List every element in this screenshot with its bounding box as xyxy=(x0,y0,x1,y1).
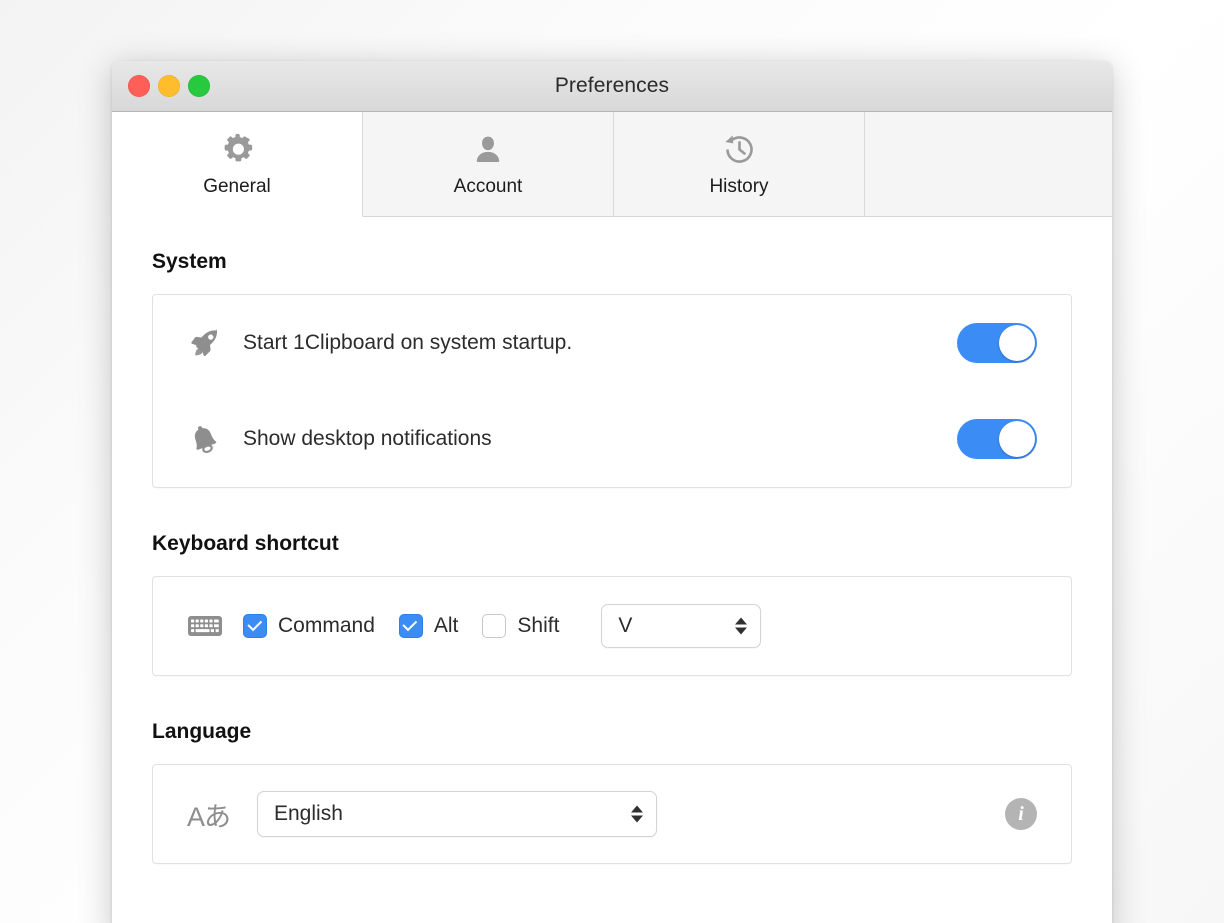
person-icon xyxy=(471,131,505,169)
toggle-knob xyxy=(999,325,1035,361)
row-startup-label: Start 1Clipboard on system startup. xyxy=(243,331,573,354)
toggle-start-on-startup[interactable] xyxy=(957,323,1037,363)
checkbox-shift-label: Shift xyxy=(517,614,560,637)
tab-general-label: General xyxy=(203,175,271,197)
modifier-alt[interactable]: Alt xyxy=(398,614,459,638)
language-row: Aあ English i xyxy=(153,765,1071,863)
maximize-button[interactable] xyxy=(188,75,210,97)
language-select[interactable]: English xyxy=(257,791,657,837)
chevron-up-icon xyxy=(735,617,748,625)
chevron-up-icon xyxy=(631,805,643,813)
checkbox-shift[interactable] xyxy=(482,614,507,638)
toolbar-filler xyxy=(865,112,1112,216)
check-tick-icon xyxy=(402,616,418,632)
modifier-shift[interactable]: Shift xyxy=(482,614,559,638)
language-card: Aあ English i xyxy=(152,764,1072,864)
checkbox-alt[interactable] xyxy=(398,614,423,638)
row-startup: Start 1Clipboard on system startup. xyxy=(153,295,1071,391)
stepper-arrows-icon xyxy=(631,805,643,823)
keyboard-row: Command Alt Shift V xyxy=(153,577,1071,675)
bell-icon xyxy=(187,422,243,456)
toggle-desktop-notifications[interactable] xyxy=(957,419,1037,459)
language-select-value: English xyxy=(274,802,343,825)
keyboard-card: Command Alt Shift V xyxy=(152,576,1072,676)
section-language: Language Aあ English i xyxy=(152,720,1072,864)
window-controls xyxy=(128,75,210,97)
chevron-down-icon xyxy=(735,627,748,635)
stepper-arrows-icon xyxy=(735,617,748,635)
tab-account[interactable]: Account xyxy=(363,112,614,216)
tab-history-label: History xyxy=(709,175,769,197)
chevron-down-icon xyxy=(631,815,643,823)
info-icon[interactable]: i xyxy=(1005,798,1037,830)
shortcut-key-select[interactable]: V xyxy=(601,604,762,648)
minimize-button[interactable] xyxy=(158,75,180,97)
window-title: Preferences xyxy=(554,74,670,97)
modifier-command[interactable]: Command xyxy=(243,614,375,638)
system-card: Start 1Clipboard on system startup. Show… xyxy=(152,294,1072,488)
preferences-content: System Start 1Clipboard on system startu… xyxy=(112,217,1112,923)
section-system: System Start 1Clipboard on system startu… xyxy=(152,250,1072,488)
row-notifications: Show desktop notifications xyxy=(153,391,1071,487)
row-notifications-label: Show desktop notifications xyxy=(243,427,492,450)
preferences-window: Preferences General Account History Syst… xyxy=(112,61,1112,923)
tab-history[interactable]: History xyxy=(614,112,865,216)
toggle-knob xyxy=(999,421,1035,457)
tab-account-label: Account xyxy=(453,175,523,197)
rocket-icon xyxy=(187,326,243,360)
section-system-title: System xyxy=(152,250,227,273)
keyboard-icon xyxy=(187,613,243,639)
clock-history-icon xyxy=(721,131,758,169)
shortcut-key-value: V xyxy=(618,614,633,637)
gear-icon xyxy=(218,131,256,169)
translate-icon: Aあ xyxy=(187,801,231,832)
tab-general[interactable]: General xyxy=(112,112,363,217)
check-tick-icon xyxy=(246,616,262,632)
checkbox-command-label: Command xyxy=(278,614,375,637)
section-keyboard-title: Keyboard shortcut xyxy=(152,532,339,555)
section-keyboard: Keyboard shortcut Command Alt Shift V xyxy=(152,532,1072,676)
close-button[interactable] xyxy=(128,75,150,97)
checkbox-command[interactable] xyxy=(243,614,267,638)
window-titlebar: Preferences xyxy=(112,61,1112,112)
toolbar-tabs: General Account History xyxy=(112,112,1112,217)
section-language-title: Language xyxy=(152,720,252,743)
checkbox-alt-label: Alt xyxy=(433,614,459,637)
